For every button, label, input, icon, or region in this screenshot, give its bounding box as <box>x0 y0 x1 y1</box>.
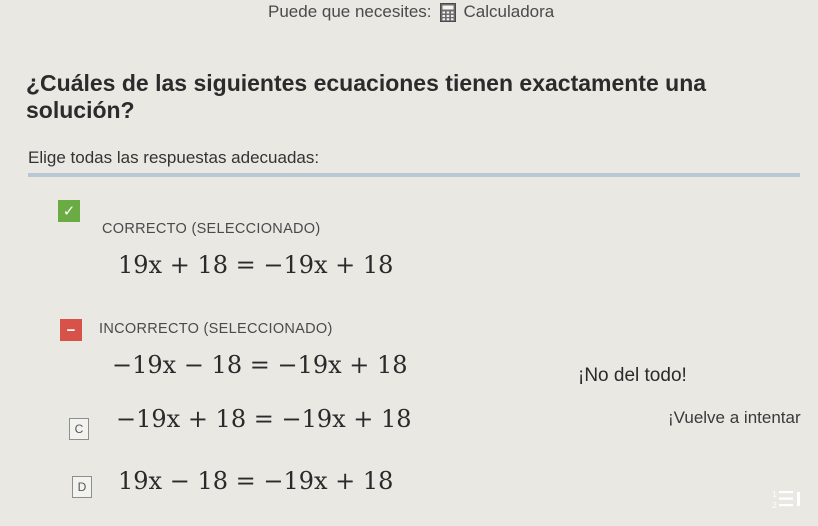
svg-text:2: 2 <box>772 501 777 510</box>
choice-a-status: CORRECTO (SELECCIONADO) <box>102 221 321 237</box>
feedback-title: ¡No del todo! <box>578 365 687 386</box>
divider <box>28 173 800 177</box>
choice-c-equation[interactable]: −19x + 18 = −19x + 18 <box>116 405 412 433</box>
choice-b-status: INCORRECTO (SELECCIONADO) <box>99 321 333 337</box>
calculator-icon <box>439 2 456 22</box>
calculator-button[interactable]: Calculadora <box>439 2 555 22</box>
calculator-label: Calculadora <box>463 2 555 21</box>
svg-text:1: 1 <box>772 490 777 499</box>
tools-prefix: Puede que necesites: <box>268 2 432 21</box>
feedback-body: ¡Vuelve a intentar <box>668 408 801 427</box>
numbered-list-icon[interactable]: 1 2 <box>771 488 801 510</box>
choice-c-letter[interactable]: C <box>69 418 89 440</box>
choice-a-equation[interactable]: 19x + 18 = −19x + 18 <box>118 251 393 279</box>
choice-d-letter[interactable]: D <box>72 476 92 498</box>
tools-bar: Puede que necesites: Calculadora <box>268 2 554 22</box>
choice-d-equation[interactable]: 19x − 18 = −19x + 18 <box>118 467 393 495</box>
minus-icon: − <box>60 319 82 341</box>
check-icon: ✓ <box>58 200 80 222</box>
instructions: Elige todas las respuestas adecuadas: <box>28 148 320 167</box>
question-title: ¿Cuáles de las siguientes ecuaciones tie… <box>26 70 707 123</box>
choice-b-equation[interactable]: −19x − 18 = −19x + 18 <box>112 351 408 379</box>
